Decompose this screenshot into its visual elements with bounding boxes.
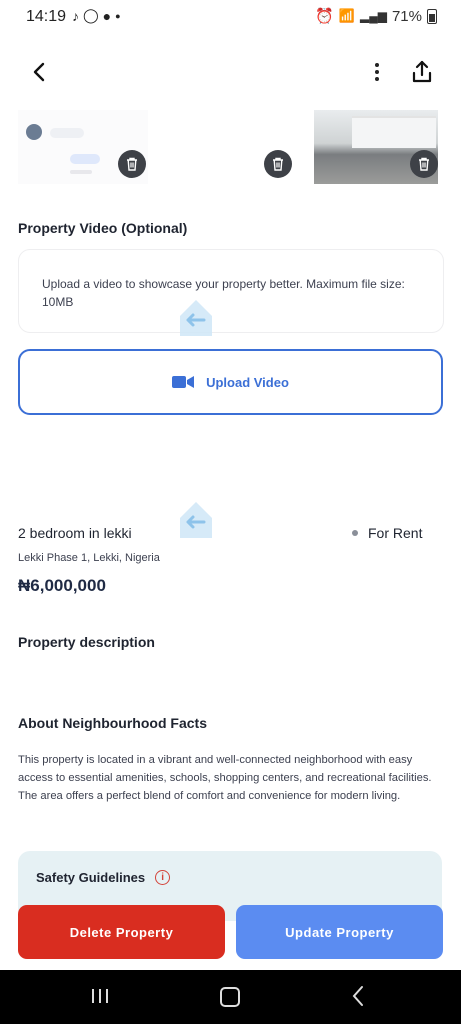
property-status: For Rent (368, 525, 423, 541)
recents-icon[interactable] (90, 988, 110, 1004)
delete-media-button[interactable] (264, 150, 292, 178)
status-app-icons: ♪ ◯ ● ● (72, 7, 121, 24)
chat-icon: ● (102, 7, 112, 24)
property-name: 2 bedroom in lekki (18, 525, 132, 541)
description-title: Property description (18, 634, 155, 650)
back-nav-icon[interactable] (350, 985, 366, 1007)
alarm-icon: ⏰ (315, 8, 334, 25)
delete-property-button[interactable]: Delete Property (18, 905, 225, 959)
avatar (26, 124, 42, 140)
system-nav-bar (0, 970, 461, 1024)
status-time: 14:19 (26, 8, 67, 25)
safety-title-row: Safety Guidelines i (36, 870, 171, 885)
upload-info-text: Upload a video to showcase your property… (42, 277, 405, 309)
media-thumbnails (0, 110, 461, 190)
info-icon[interactable]: i (155, 870, 171, 885)
chat-bubble (50, 128, 84, 138)
status-badge: For Rent (352, 525, 422, 541)
chevron-left-icon (33, 62, 45, 82)
watermark-logo-icon (180, 300, 212, 336)
status-bar: 14:19 ♪ ◯ ● ● ⏰ 📶 ▂▄▆ 71% (0, 0, 461, 34)
video-section-title: Property Video (Optional) (18, 220, 188, 236)
more-options-button[interactable] (366, 58, 388, 86)
whatsapp-icon: ◯ (83, 7, 99, 23)
house-image (352, 116, 436, 148)
signal-icon: ▂▄▆ (360, 9, 387, 23)
trash-icon (127, 157, 137, 171)
property-price: ₦6,000,000 (18, 576, 106, 595)
neighbourhood-title: About Neighbourhood Facts (18, 715, 207, 731)
trash-icon (273, 157, 283, 171)
more-dot (375, 77, 379, 81)
battery-percent: 71% (391, 7, 422, 25)
top-nav (0, 52, 461, 92)
chat-bubble (70, 154, 100, 164)
delete-media-button[interactable] (118, 150, 146, 178)
share-icon (412, 60, 432, 83)
safety-title: Safety Guidelines (36, 870, 146, 885)
status-dot-icon (352, 530, 358, 536)
home-icon[interactable] (220, 987, 240, 1007)
media-thumbnail[interactable] (18, 110, 148, 184)
wifi-icon: 📶 (338, 8, 355, 23)
update-property-button[interactable]: Update Property (236, 905, 443, 959)
upload-video-button[interactable]: Upload Video (18, 349, 443, 415)
more-dot (375, 70, 379, 74)
tiktok-icon: ♪ (72, 7, 79, 24)
more-vertical-icon (375, 63, 379, 67)
delete-media-button[interactable] (410, 150, 438, 178)
dot-icon: ● (115, 10, 121, 21)
watermark-logo-icon (180, 502, 212, 538)
media-thumbnail-photo[interactable] (314, 110, 438, 184)
battery-icon (427, 8, 437, 24)
video-camera-icon (172, 376, 195, 388)
chat-bubble (70, 170, 92, 174)
upload-info-box: Upload a video to showcase your property… (18, 249, 444, 333)
media-thumbnail[interactable] (170, 110, 296, 184)
upload-video-label: Upload Video (206, 374, 289, 390)
trash-icon (419, 157, 429, 171)
back-button[interactable] (26, 58, 54, 86)
status-indicators: ⏰ 📶 ▂▄▆ 71% (315, 7, 437, 25)
share-button[interactable] (408, 58, 436, 86)
neighbourhood-text: This property is located in a vibrant an… (18, 754, 432, 802)
property-location: Lekki Phase 1, Lekki, Nigeria (18, 552, 160, 564)
